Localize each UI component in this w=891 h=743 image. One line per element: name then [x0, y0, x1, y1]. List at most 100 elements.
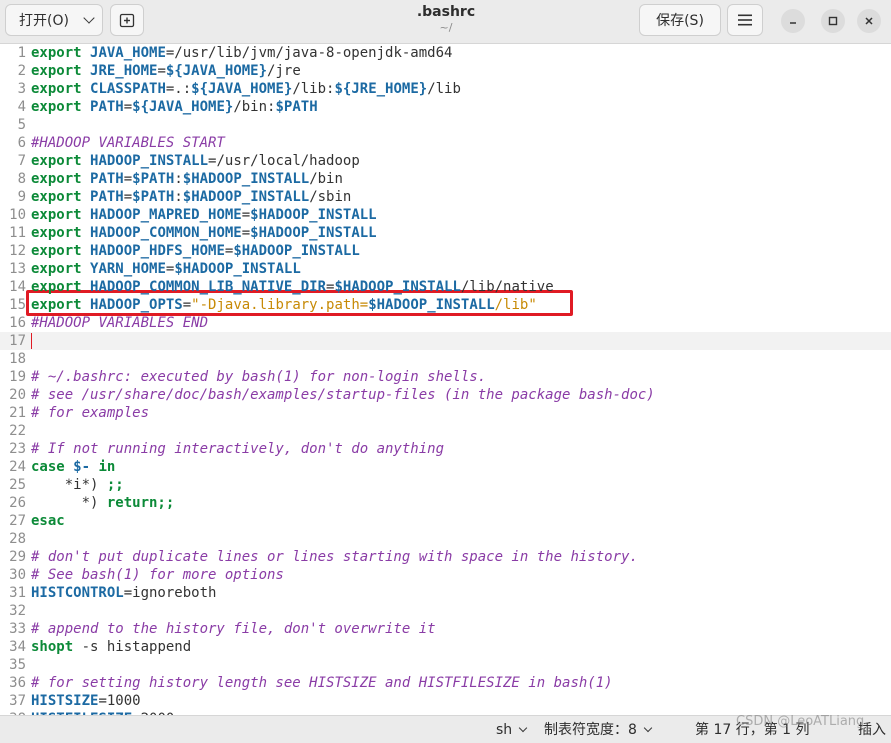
code-line[interactable]: 13 export YARN_HOME=$HADOOP_INSTALL — [0, 260, 891, 278]
code-token: # see /usr/share/doc/bash/examples/start… — [31, 387, 655, 403]
code-line[interactable]: 2 export JRE_HOME=${JAVA_HOME}/jre — [0, 62, 891, 80]
code-token: # don't put duplicate lines or lines sta… — [31, 549, 638, 565]
code-token: = — [123, 171, 133, 187]
new-tab-icon — [119, 13, 135, 28]
code-token: $HADOOP_INSTALL — [182, 189, 310, 205]
line-number: 4 — [17, 99, 26, 115]
code-text: export HADOOP_HDFS_HOME=$HADOOP_INSTALL — [31, 242, 360, 260]
code-text: case $- in — [31, 458, 115, 476]
minimize-button[interactable] — [781, 9, 805, 33]
code-line[interactable]: 24 case $- in — [0, 458, 891, 476]
maximize-button[interactable] — [821, 9, 845, 33]
code-token: JAVA_HOME — [90, 45, 166, 61]
code-token: YARN_HOME — [90, 261, 166, 277]
code-text: HISTSIZE=1000 — [31, 692, 141, 710]
code-token: HADOOP_COMMON_HOME — [90, 225, 242, 241]
code-line[interactable]: 23 # If not running interactively, don't … — [0, 440, 891, 458]
line-number: 13 — [9, 261, 26, 277]
code-token: /lib" — [494, 297, 537, 313]
code-line[interactable]: 27 esac — [0, 512, 891, 530]
line-number: 12 — [9, 243, 26, 259]
code-text: export PATH=$PATH:$HADOOP_INSTALL/sbin — [31, 188, 351, 206]
line-number: 36 — [9, 675, 26, 691]
line-number: 32 — [9, 603, 26, 619]
line-number: 5 — [17, 117, 26, 133]
code-token: # If not running interactively, don't do… — [31, 441, 445, 457]
close-icon — [865, 17, 873, 25]
line-number: 16 — [9, 315, 26, 331]
code-token: export — [31, 207, 82, 223]
text-editor[interactable]: 1 export JAVA_HOME=/usr/lib/jvm/java-8-op… — [0, 44, 891, 715]
main-menu-button[interactable] — [727, 4, 763, 36]
code-line[interactable]: 28 — [0, 530, 891, 548]
line-number: 25 — [9, 477, 26, 493]
code-line[interactable]: 33 # append to the history file, don't ov… — [0, 620, 891, 638]
code-token: HADOOP_COMMON_LIB_NATIVE_DIR — [90, 279, 327, 295]
code-line[interactable]: 10 export HADOOP_MAPRED_HOME=$HADOOP_INST… — [0, 206, 891, 224]
code-line[interactable]: 30 # See bash(1) for more options — [0, 566, 891, 584]
code-text: export HADOOP_INSTALL=/usr/local/hadoop — [31, 152, 360, 170]
code-line[interactable]: 36 # for setting history length see HISTS… — [0, 674, 891, 692]
line-number: 2 — [17, 63, 26, 79]
code-line[interactable]: 21 # for examples — [0, 404, 891, 422]
code-line[interactable]: 1 export JAVA_HOME=/usr/lib/jvm/java-8-op… — [0, 44, 891, 62]
code-line[interactable]: 22 — [0, 422, 891, 440]
code-token: /jre — [267, 63, 301, 79]
code-text: # append to the history file, don't over… — [31, 620, 436, 638]
code-line[interactable]: 16 #HADOOP VARIABLES END — [0, 314, 891, 332]
chevron-down-icon — [643, 723, 653, 733]
code-line[interactable]: 29 # don't put duplicate lines or lines s… — [0, 548, 891, 566]
code-line[interactable]: 35 — [0, 656, 891, 674]
code-line[interactable]: 34 shopt -s histappend — [0, 638, 891, 656]
code-token: HADOOP_HDFS_HOME — [90, 243, 225, 259]
code-line[interactable]: 32 — [0, 602, 891, 620]
code-text: #HADOOP VARIABLES END — [31, 314, 208, 332]
tab-width-selector[interactable]: 制表符宽度：8 — [544, 721, 653, 739]
line-number: 7 — [17, 153, 26, 169]
code-token: *i*) — [31, 477, 107, 493]
code-line[interactable]: 17 — [0, 332, 891, 350]
code-line[interactable]: 12 export HADOOP_HDFS_HOME=$HADOOP_INSTAL… — [0, 242, 891, 260]
code-line[interactable]: 5 — [0, 116, 891, 134]
code-text: esac — [31, 512, 65, 530]
code-token: export — [31, 189, 82, 205]
code-line[interactable]: 7 export HADOOP_INSTALL=/usr/local/hadoop — [0, 152, 891, 170]
new-tab-button[interactable] — [110, 4, 144, 36]
code-line[interactable]: 18 — [0, 350, 891, 368]
code-line[interactable]: 15 export HADOOP_OPTS="-Djava.library.pat… — [0, 296, 891, 314]
watermark: CSDN @LeoATLiang — [736, 714, 865, 729]
code-line[interactable]: 37 HISTSIZE=1000 — [0, 692, 891, 710]
code-text: export PATH=$PATH:$HADOOP_INSTALL/bin — [31, 170, 343, 188]
code-token: /lib: — [292, 81, 335, 97]
close-button[interactable] — [857, 9, 881, 33]
open-button[interactable]: 打开(O) — [5, 4, 103, 36]
code-line[interactable]: 3 export CLASSPATH=.:${JAVA_HOME}/lib:${J… — [0, 80, 891, 98]
code-text: # see /usr/share/doc/bash/examples/start… — [31, 386, 655, 404]
code-text: # If not running interactively, don't do… — [31, 440, 444, 458]
code-token: = — [241, 207, 251, 223]
line-number: 37 — [9, 693, 26, 709]
code-line[interactable]: 11 export HADOOP_COMMON_HOME=$HADOOP_INST… — [0, 224, 891, 242]
line-number: 24 — [9, 459, 26, 475]
line-number: 21 — [9, 405, 26, 421]
code-line[interactable]: 6 #HADOOP VARIABLES START — [0, 134, 891, 152]
code-line[interactable]: 25 *i*) ;; — [0, 476, 891, 494]
code-line[interactable]: 31 HISTCONTROL=ignoreboth — [0, 584, 891, 602]
code-line[interactable]: 20 # see /usr/share/doc/bash/examples/sta… — [0, 386, 891, 404]
code-line[interactable]: 14 export HADOOP_COMMON_LIB_NATIVE_DIR=$H… — [0, 278, 891, 296]
code-line[interactable]: 19 # ~/.bashrc: executed by bash(1) for n… — [0, 368, 891, 386]
code-line[interactable]: 4 export PATH=${JAVA_HOME}/bin:$PATH — [0, 98, 891, 116]
code-line[interactable]: 26 *) return;; — [0, 494, 891, 512]
code-line[interactable]: 8 export PATH=$PATH:$HADOOP_INSTALL/bin — [0, 170, 891, 188]
code-text: # ~/.bashrc: executed by bash(1) for non… — [31, 368, 486, 386]
code-text: export JRE_HOME=${JAVA_HOME}/jre — [31, 62, 301, 80]
line-number: 30 — [9, 567, 26, 583]
code-line[interactable]: 9 export PATH=$PATH:$HADOOP_INSTALL/sbin — [0, 188, 891, 206]
language-selector[interactable]: sh — [496, 721, 528, 739]
code-token: =/usr/lib/jvm/java-8-openjdk-amd64 — [165, 45, 453, 61]
text-cursor — [31, 333, 32, 349]
line-number: 20 — [9, 387, 26, 403]
save-button[interactable]: 保存(S) — [639, 4, 721, 36]
